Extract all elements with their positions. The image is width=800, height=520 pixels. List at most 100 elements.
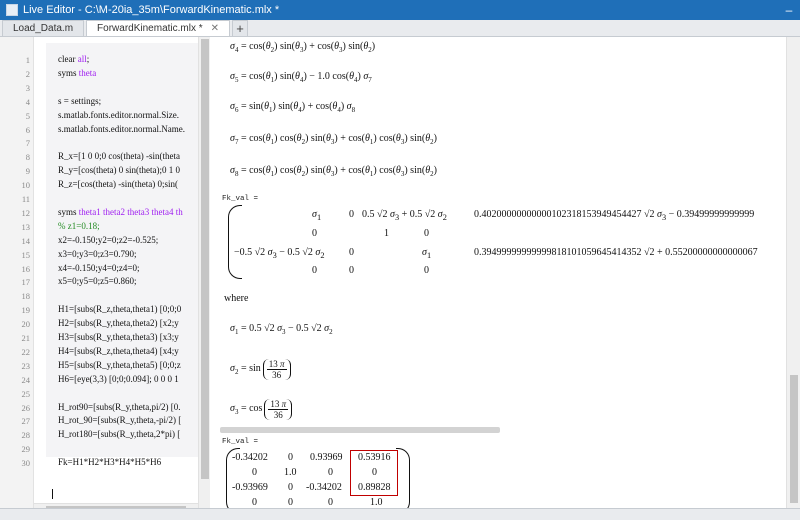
code-line[interactable]: s.matlab.fonts.editor.normal.Size.: [58, 110, 198, 120]
line-number: 4: [25, 96, 30, 107]
line-number: 6: [25, 124, 30, 135]
minimize-icon[interactable]: –: [778, 0, 800, 20]
code-line[interactable]: x5=0;y5=0;z5=0.860;: [58, 276, 198, 286]
matrix-cell: −0.5 √2 σ3 − 0.5 √2 σ2: [234, 247, 325, 260]
where-def-2: σ2 = sin 13 π 36: [230, 359, 291, 380]
line-number: 28: [21, 430, 31, 441]
scrollbar-thumb[interactable]: [201, 39, 209, 479]
matrix-cell: 0: [312, 228, 317, 239]
matrix-cell: 0: [288, 482, 293, 493]
code-line[interactable]: H2=[subs(R_y,theta,theta2) [x2;y: [58, 318, 198, 328]
code-line[interactable]: clear all;: [58, 54, 198, 64]
close-icon[interactable]: ✕: [211, 23, 219, 34]
line-number: 20: [21, 319, 31, 330]
line-number: 21: [21, 333, 31, 343]
code-line[interactable]: H6=[eye(3,3) [0;0;0.094]; 0 0 0 1: [58, 374, 198, 384]
line-number: 12: [21, 207, 31, 218]
live-editor-icon: [6, 4, 18, 16]
code-line[interactable]: H3=[subs(R_y,theta,theta3) [x3;y: [58, 332, 198, 342]
output-horizontal-scrollbar[interactable]: [220, 427, 500, 433]
line-number: 25: [21, 388, 31, 399]
code-line[interactable]: H_rot90=[subs(R_y,theta,pi/2) [0.: [58, 402, 198, 412]
window-title: Live Editor - C:\M-20ia_35m\ForwardKinem…: [23, 4, 280, 16]
tab-strip: Load_Data.m ForwardKinematic.mlx * ✕ +: [0, 20, 800, 37]
tab-forward-kinematic[interactable]: ForwardKinematic.mlx * ✕: [86, 20, 231, 36]
line-number: 29: [21, 444, 31, 455]
sigma-def-8: σ8 = cos(θ1) cos(θ2) sin(θ3) + cos(θ1) c…: [230, 165, 437, 178]
matrix-cell: 1.0: [370, 497, 383, 508]
matrix-cell: 0.39499999999999818101059645414352 √2 + …: [474, 247, 758, 258]
line-number: 22: [21, 346, 31, 357]
line-number: 23: [21, 360, 31, 371]
code-line[interactable]: R_z=[cos(theta) -sin(theta) 0;sin(: [58, 179, 198, 189]
matrix-cell: 0: [424, 265, 429, 276]
line-number: 26: [21, 402, 31, 413]
fk-val-label: Fk_val =: [222, 438, 259, 446]
tab-load-data[interactable]: Load_Data.m: [2, 20, 85, 36]
matrix-right-paren: [396, 448, 410, 514]
matrix-cell: σ1: [312, 209, 322, 222]
line-number: 7: [25, 138, 30, 149]
matrix-cell: 0: [349, 247, 354, 258]
code-line[interactable]: R_y=[cos(theta) 0 sin(theta);0 1 0: [58, 165, 198, 175]
line-number-gutter: 1 2 3 4 5 6 7 8 9 10 11 12 13 14 15 16 17 18 19 20 21 22 23 24 2…: [0, 37, 34, 515]
tab-label: Load_Data.m: [13, 23, 74, 34]
code-line[interactable]: syms theta: [58, 68, 198, 78]
matrix-left-paren: [228, 205, 242, 279]
where-def-3: σ3 = cos 13 π 36: [230, 399, 293, 420]
code-line[interactable]: Fk=H1*H2*H3*H4*H5*H6: [58, 457, 198, 467]
plus-icon[interactable]: +: [232, 20, 249, 36]
window-title-bar: Live Editor - C:\M-20ia_35m\ForwardKinem…: [0, 0, 800, 20]
line-number: 16: [21, 263, 31, 274]
line-number: 13: [21, 221, 31, 232]
matrix-cell: 0: [424, 228, 429, 239]
line-number: 15: [21, 249, 31, 260]
text-cursor: [52, 489, 53, 499]
matrix-cell: 0: [252, 497, 257, 508]
matrix-cell: 0: [288, 497, 293, 508]
code-line[interactable]: H4=[subs(R_z,theta,theta4) [x4;y: [58, 346, 198, 356]
matrix-cell: 0: [328, 497, 333, 508]
status-bar: [0, 508, 800, 520]
line-number: 19: [21, 305, 31, 316]
line-number: 14: [21, 235, 31, 246]
code-line[interactable]: x3=0;y3=0;z3=0.790;: [58, 249, 198, 259]
output-pane: σ4 = cos(θ2) sin(θ3) + cos(θ3) sin(θ2) σ…: [212, 37, 786, 515]
matrix-cell: 0: [288, 452, 293, 463]
code-line[interactable]: H_rot180=[subs(R_y,theta,2*pi) [: [58, 429, 198, 439]
line-number: 2: [25, 68, 30, 79]
code-editor[interactable]: 1 2 3 4 5 6 7 8 9 10 11 12 13 14 15 16 17 18 19 20 21 22 23 24 2…: [0, 37, 210, 515]
sigma-def-4: σ4 = cos(θ2) sin(θ3) + cos(θ3) sin(θ2): [230, 41, 376, 54]
line-number: 3: [25, 82, 30, 93]
line-number: 30: [21, 458, 31, 469]
fk-val-label: Fk_val =: [222, 195, 259, 203]
code-line[interactable]: H_rot_90=[subs(R_y,theta,-pi/2) [: [58, 415, 198, 425]
code-line[interactable]: % z1=0.18;: [58, 221, 198, 231]
code-line[interactable]: R_x=[1 0 0;0 cos(theta) -sin(theta: [58, 151, 198, 161]
code-line[interactable]: x2=-0.150;y2=0;z2=-0.525;: [58, 235, 198, 245]
matrix-cell: 0: [312, 265, 317, 276]
matrix-cell: 0: [328, 467, 333, 478]
output-vertical-scrollbar[interactable]: [786, 37, 800, 515]
matrix-cell: 0: [349, 265, 354, 276]
where-def-1: σ1 = 0.5 √2 σ3 − 0.5 √2 σ2: [230, 323, 333, 336]
code-line[interactable]: H1=[subs(R_z,theta,theta1) [0;0;0: [58, 304, 198, 314]
sigma-def-7: σ7 = cos(θ1) cos(θ2) sin(θ3) + cos(θ1) c…: [230, 133, 437, 146]
matrix-cell: 0.40200000000000102318153949454427 √2 σ3…: [474, 209, 755, 222]
matrix-cell: σ1: [422, 247, 432, 260]
code-line[interactable]: x4=-0.150;y4=0;z4=0;: [58, 263, 198, 273]
line-number: 8: [25, 152, 30, 163]
matrix-cell: 0: [252, 467, 257, 478]
scrollbar-thumb[interactable]: [790, 375, 798, 503]
matrix-cell: 1: [384, 228, 389, 239]
line-number: 11: [21, 194, 30, 204]
code-line[interactable]: syms theta1 theta2 theta3 theta4 th: [58, 207, 198, 217]
editor-vertical-scrollbar[interactable]: [198, 37, 210, 515]
matrix-cell: -0.34202: [306, 482, 342, 493]
code-line[interactable]: H5=[subs(R_y,theta,theta5) [0;0;z: [58, 360, 198, 370]
code-line[interactable]: s.matlab.fonts.editor.normal.Name.: [58, 124, 198, 134]
code-line[interactable]: s = settings;: [58, 96, 198, 106]
tab-label: ForwardKinematic.mlx *: [97, 23, 203, 34]
matrix-cell: 0.5 √2 σ3 + 0.5 √2 σ2: [362, 209, 447, 222]
line-number: 10: [21, 180, 31, 191]
